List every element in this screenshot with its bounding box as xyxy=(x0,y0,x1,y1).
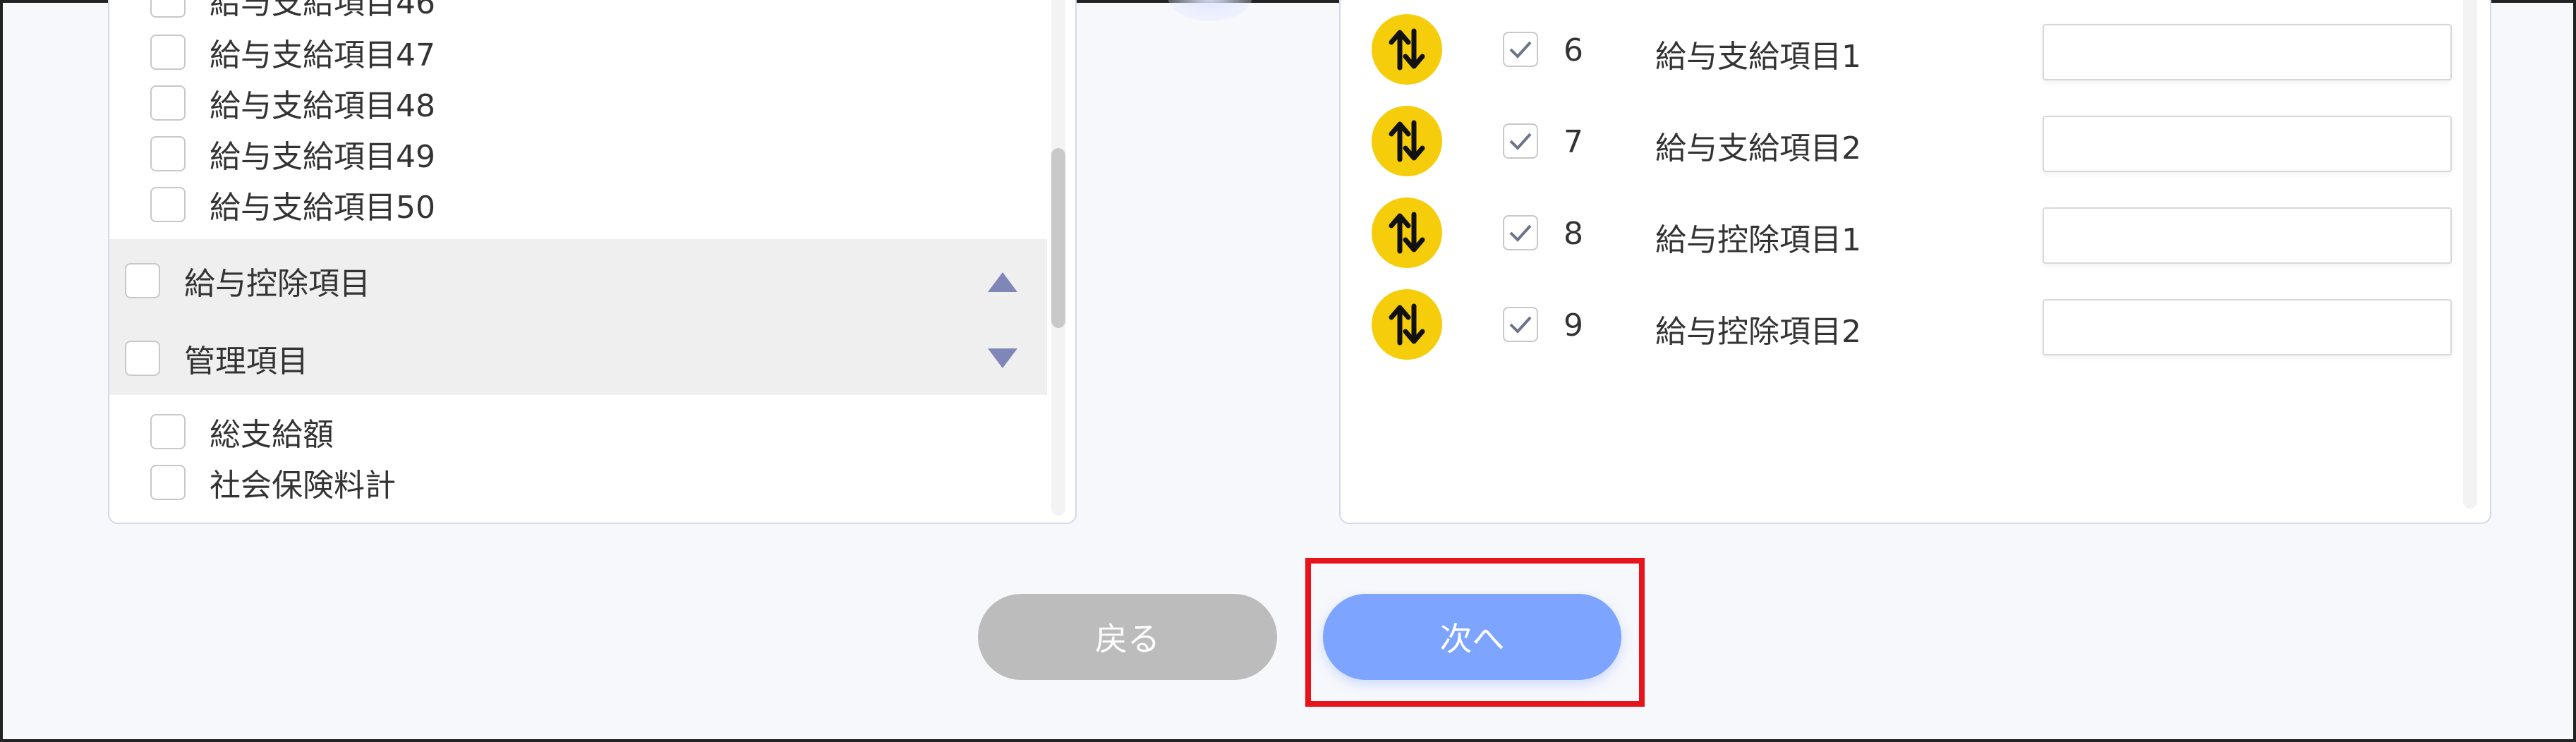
group-label: 給与控除項目 xyxy=(184,266,370,302)
row-value-input[interactable] xyxy=(2043,116,2452,172)
list-item[interactable]: 総支給額 xyxy=(150,410,334,453)
item-checkbox[interactable] xyxy=(150,0,186,18)
swap-vertical-icon[interactable] xyxy=(1372,14,1442,85)
row-item-name: 給与控除項目2 xyxy=(1655,314,1861,350)
swap-vertical-icon[interactable] xyxy=(1372,289,1442,360)
row-number: 7 xyxy=(1564,124,1583,160)
available-items-panel: 給与支給項目46 給与支給項目47 給与支給項目48 給与支給項目49 給与支給… xyxy=(108,0,1077,524)
row-item-name: 給与控除項目1 xyxy=(1655,222,1861,258)
row-checkbox[interactable] xyxy=(1503,123,1538,159)
scrollbar-track[interactable] xyxy=(2463,0,2477,509)
list-item[interactable]: 給与支給項目50 xyxy=(150,183,435,226)
selected-items-panel: 6 給与支給項目1 7 給与支給項目2 8 給与控除項目1 9 給与控除項目2 xyxy=(1339,0,2491,524)
swap-vertical-icon[interactable] xyxy=(1372,197,1442,268)
back-button[interactable]: 戻る xyxy=(978,594,1277,680)
row-number: 6 xyxy=(1564,32,1583,68)
row-number: 8 xyxy=(1564,216,1583,252)
group-header-management[interactable]: 管理項目 xyxy=(125,337,308,379)
group-label: 管理項目 xyxy=(184,343,308,379)
row-checkbox[interactable] xyxy=(1503,307,1538,342)
up-arrow-icon[interactable] xyxy=(988,272,1017,292)
check-icon xyxy=(1509,224,1532,242)
table-row: 6 給与支給項目1 xyxy=(1341,14,2490,85)
list-item[interactable]: 社会保険料計 xyxy=(150,461,396,504)
row-checkbox[interactable] xyxy=(1503,32,1538,67)
item-label: 給与支給項目50 xyxy=(210,190,435,226)
row-checkbox[interactable] xyxy=(1503,215,1538,250)
list-item[interactable]: 給与支給項目46 xyxy=(150,0,435,21)
group-header-deduction[interactable]: 給与控除項目 xyxy=(125,260,370,302)
item-checkbox[interactable] xyxy=(150,85,186,121)
row-number: 9 xyxy=(1564,308,1583,343)
item-label: 給与支給項目47 xyxy=(210,37,435,73)
item-checkbox[interactable] xyxy=(150,136,186,171)
item-label: 給与支給項目46 xyxy=(210,0,435,21)
list-item[interactable]: 給与支給項目49 xyxy=(150,133,435,175)
check-icon xyxy=(1509,316,1532,334)
item-checkbox[interactable] xyxy=(150,35,186,70)
row-value-input[interactable] xyxy=(2043,207,2452,264)
table-row: 7 給与支給項目2 xyxy=(1341,106,2490,176)
highlight-box xyxy=(1305,558,1645,707)
swap-vertical-icon[interactable] xyxy=(1372,106,1442,176)
list-item[interactable]: 給与支給項目48 xyxy=(150,82,435,124)
row-value-input[interactable] xyxy=(2043,24,2452,80)
table-row: 9 給与控除項目2 xyxy=(1341,289,2490,360)
item-checkbox[interactable] xyxy=(150,187,186,222)
item-checkbox[interactable] xyxy=(150,465,186,500)
row-item-name: 給与支給項目1 xyxy=(1655,39,1861,75)
item-label: 給与支給項目48 xyxy=(210,88,435,124)
available-items-list: 給与支給項目46 給与支給項目47 給与支給項目48 給与支給項目49 給与支給… xyxy=(109,0,1047,523)
list-item[interactable]: 給与支給項目47 xyxy=(150,31,435,73)
scrollbar-thumb[interactable] xyxy=(1051,148,1065,328)
item-label: 給与支給項目49 xyxy=(210,139,435,175)
group-checkbox[interactable] xyxy=(125,263,160,298)
row-value-input[interactable] xyxy=(2043,299,2452,355)
check-icon xyxy=(1509,41,1532,59)
scrollbar-track[interactable] xyxy=(1051,0,1065,516)
check-icon xyxy=(1509,133,1532,150)
group-checkbox[interactable] xyxy=(125,341,160,376)
item-checkbox[interactable] xyxy=(150,414,186,449)
item-label: 総支給額 xyxy=(210,417,334,453)
item-label: 社会保険料計 xyxy=(210,468,396,504)
row-item-name: 給与支給項目2 xyxy=(1655,130,1861,166)
down-arrow-icon[interactable] xyxy=(988,348,1017,368)
table-row: 8 給与控除項目1 xyxy=(1341,197,2490,268)
